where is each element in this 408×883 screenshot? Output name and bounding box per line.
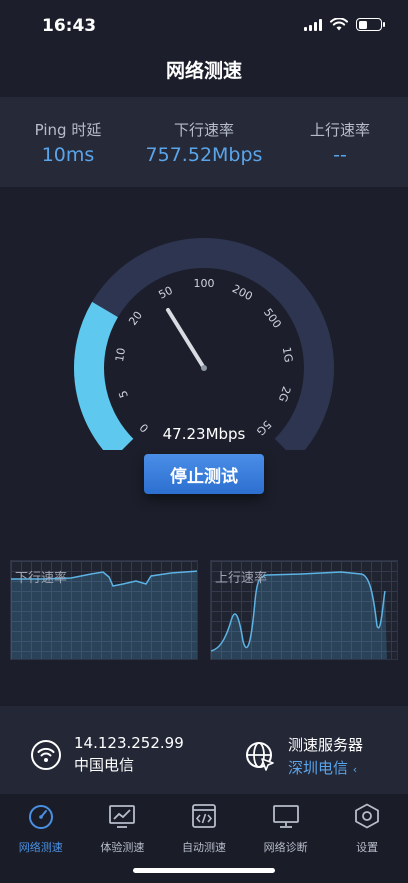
speed-gauge: 05102050100 2005001G2G5G — [74, 238, 334, 450]
tab-label: 网络测速 — [18, 841, 63, 854]
speedometer-icon — [28, 805, 53, 829]
wifi-icon — [330, 18, 348, 31]
ping-label: Ping 时延 — [34, 121, 102, 139]
page-title: 网络测速 — [165, 60, 242, 82]
status-icons — [304, 18, 385, 31]
tab-label: 体验测速 — [100, 841, 145, 854]
gauge-tick-label: 2G — [276, 385, 293, 404]
ping-stat: Ping 时延 10ms — [0, 97, 136, 187]
chevron-left-icon: ‹ — [352, 763, 358, 776]
gauge-tick-label: 500 — [261, 306, 284, 331]
stats-panel: Ping 时延 10ms 下行速率 757.52Mbps 上行速率 -- — [0, 97, 408, 187]
upload-label: 上行速率 — [309, 121, 370, 139]
home-indicator — [133, 868, 275, 873]
download-graph-label: 下行速率 — [15, 571, 68, 586]
network-info: 14.123.252.99 中国电信 — [30, 734, 184, 775]
upload-stat: 上行速率 -- — [272, 97, 408, 187]
code-window-icon — [192, 804, 216, 828]
server-info[interactable]: 测速服务器 深圳电信 ‹ — [244, 734, 363, 778]
cellular-signal-icon — [304, 18, 322, 31]
settings-hexagon-icon — [355, 803, 380, 829]
tab-label: 自动测速 — [181, 841, 226, 854]
stop-test-button[interactable]: 停止测试 — [144, 454, 264, 494]
gauge-tick-label: 20 — [126, 309, 145, 328]
upload-graph-label: 上行速率 — [215, 571, 268, 586]
tab-settings[interactable]: 设置 — [326, 794, 408, 883]
download-stat: 下行速率 757.52Mbps — [136, 97, 272, 187]
server-name: 深圳电信 — [288, 759, 349, 777]
upload-graph: 上行速率 — [210, 560, 398, 660]
current-speed: 47.23Mbps — [162, 425, 246, 443]
download-graph: 下行速率 — [10, 560, 198, 660]
server-link[interactable]: 深圳电信 ‹ — [288, 757, 363, 778]
tab-label: 网络诊断 — [263, 841, 308, 854]
gauge-tick-label: 1G — [280, 346, 295, 363]
ping-value: 10ms — [41, 144, 95, 166]
gauge-tick-label: 200 — [230, 282, 255, 303]
ip-address: 14.123.252.99 — [74, 734, 184, 752]
status-time: 16:43 — [42, 16, 97, 36]
tab-label: 设置 — [356, 841, 379, 854]
isp-name: 中国电信 — [74, 756, 135, 774]
gauge-tick-label: 10 — [113, 347, 128, 363]
server-label: 测速服务器 — [288, 736, 364, 754]
wifi-circle-icon — [31, 739, 61, 770]
download-value: 757.52Mbps — [145, 144, 263, 166]
battery-icon — [356, 18, 385, 31]
status-bar: 16:43 — [0, 0, 408, 52]
connection-info: 14.123.252.99 中国电信 测速服务器 深圳电信 ‹ — [0, 706, 408, 794]
download-label: 下行速率 — [173, 121, 234, 139]
gauge-ticks: 05102050100 2005001G2G5G — [113, 277, 295, 438]
tab-speed-test[interactable]: 网络测速 — [0, 794, 82, 883]
monitor-icon — [272, 805, 299, 828]
gauge-tick-label: 5 — [116, 389, 131, 400]
globe-icon — [246, 742, 274, 771]
gauge-needle — [166, 308, 207, 371]
gauge-tick-label: 50 — [156, 284, 174, 302]
monitor-chart-icon — [109, 805, 136, 828]
upload-value: -- — [333, 144, 347, 166]
gauge-tick-label: 100 — [194, 277, 215, 290]
